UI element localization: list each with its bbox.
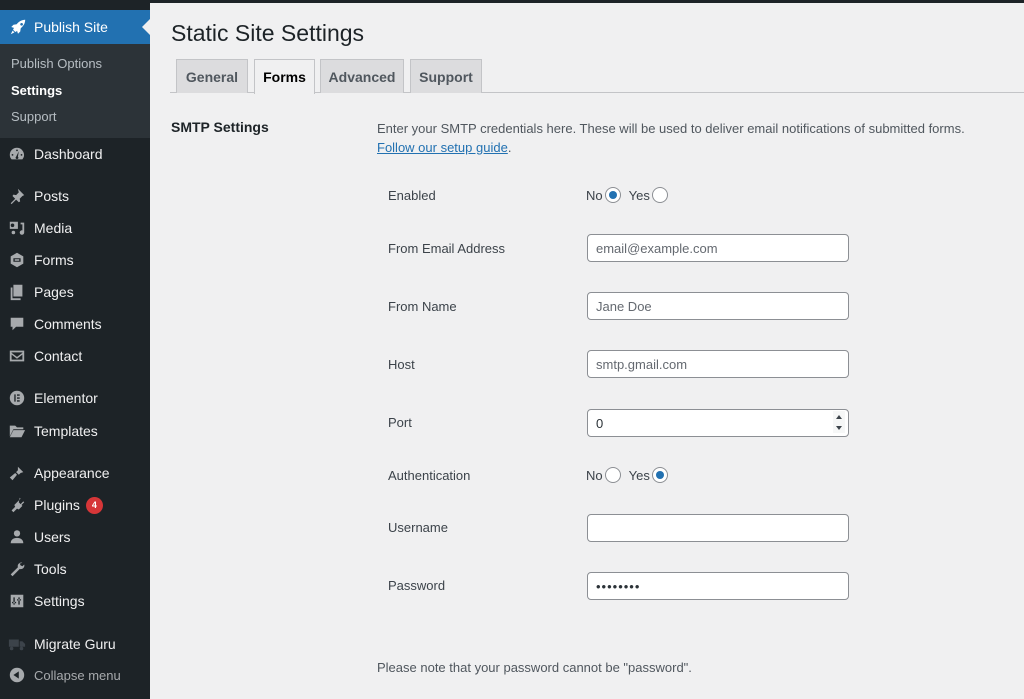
- sidebar-item-comments[interactable]: Comments: [0, 308, 150, 340]
- auth-no-radio[interactable]: [604, 467, 621, 483]
- collapse-menu-button[interactable]: Collapse menu: [0, 659, 150, 691]
- sidebar-item-plugins[interactable]: Plugins 4: [0, 489, 150, 521]
- sidebar-submenu: Publish Options Settings Support: [0, 44, 150, 138]
- main-content: Static Site Settings General Forms Advan…: [150, 0, 1024, 699]
- sidebar-item-dashboard[interactable]: Dashboard: [0, 138, 150, 170]
- sidebar-item-media[interactable]: Media: [0, 212, 150, 244]
- sidebar-item-label: Media: [34, 220, 73, 236]
- smtp-description: Enter your SMTP credentials here. These …: [377, 119, 1017, 157]
- tab-general[interactable]: General: [176, 59, 248, 93]
- spin-down-icon[interactable]: [836, 425, 842, 430]
- sidebar-item-tools[interactable]: Tools: [0, 553, 150, 585]
- sidebar-item-label: Forms: [34, 252, 74, 268]
- setup-guide-link[interactable]: Follow our setup guide: [377, 140, 508, 155]
- submenu-settings[interactable]: Settings: [0, 78, 150, 105]
- sidebar-item-label: Contact: [34, 348, 83, 364]
- elementor-icon: [7, 388, 27, 408]
- plugins-update-badge: 4: [85, 496, 103, 514]
- password-label: Password: [388, 578, 446, 593]
- sidebar-item-forms[interactable]: Forms: [0, 244, 150, 276]
- sidebar-item-label: Posts: [34, 188, 70, 204]
- enabled-no-radio[interactable]: [604, 187, 621, 203]
- sidebar-item-label: Pages: [34, 284, 74, 300]
- tab-support[interactable]: Support: [410, 59, 482, 93]
- sidebar-item-publish-site[interactable]: Publish Site: [0, 10, 150, 44]
- sidebar-item-label: Templates: [34, 423, 98, 439]
- tab-advanced[interactable]: Advanced: [320, 59, 404, 93]
- submenu-support[interactable]: Support: [0, 104, 150, 131]
- port-label: Port: [388, 415, 412, 430]
- sliders-icon: [7, 591, 27, 611]
- username-input[interactable]: [587, 514, 849, 542]
- enabled-yes-label: Yes: [628, 187, 650, 203]
- collapse-menu-label: Collapse menu: [34, 667, 121, 683]
- authentication-label: Authentication: [388, 468, 471, 483]
- sidebar-item-label: Publish Site: [34, 19, 108, 35]
- host-input[interactable]: [587, 350, 849, 378]
- sidebar-item-label: Plugins: [34, 497, 80, 513]
- wrench-icon: [7, 559, 27, 579]
- sidebar-item-label: Users: [34, 529, 71, 545]
- from-email-input[interactable]: [587, 234, 849, 262]
- smtp-settings-heading: SMTP Settings: [171, 119, 269, 135]
- port-stepper: [587, 409, 849, 437]
- description-text: Enter your SMTP credentials here. These …: [377, 121, 965, 136]
- sidebar-item-label: Comments: [34, 316, 102, 332]
- sidebar-item-label: Elementor: [34, 390, 98, 406]
- current-indicator-arrow: [142, 19, 150, 35]
- auth-yes-radio[interactable]: [651, 467, 668, 483]
- enabled-label: Enabled: [388, 188, 436, 203]
- sidebar-item-migrate-guru[interactable]: Migrate Guru: [0, 628, 150, 660]
- enabled-no-label: No: [586, 187, 603, 203]
- folder-icon: [7, 421, 27, 441]
- link-suffix: .: [507, 140, 512, 155]
- dashboard-icon: [7, 144, 27, 164]
- port-spinner[interactable]: [833, 411, 845, 433]
- auth-yes-label: Yes: [628, 467, 650, 483]
- password-note: Please note that your password cannot be…: [377, 660, 692, 675]
- spin-up-icon[interactable]: [836, 414, 842, 419]
- username-label: Username: [388, 520, 448, 535]
- settings-tabs: General Forms Advanced Support: [170, 59, 1024, 94]
- envelope-icon: [7, 346, 27, 366]
- paintbrush-icon: [7, 463, 27, 483]
- pages-icon: [7, 282, 27, 302]
- truck-icon: [7, 634, 27, 654]
- password-input[interactable]: [587, 572, 849, 600]
- sidebar-item-contact[interactable]: Contact: [0, 340, 150, 372]
- from-name-input[interactable]: [587, 292, 849, 320]
- from-email-label: From Email Address: [388, 241, 506, 256]
- rocket-icon: [8, 18, 28, 36]
- sidebar-item-appearance[interactable]: Appearance: [0, 457, 150, 489]
- media-icon: [7, 218, 27, 238]
- sidebar-item-pages[interactable]: Pages: [0, 276, 150, 308]
- sidebar-item-label: Migrate Guru: [34, 636, 116, 652]
- sidebar-item-settings[interactable]: Settings: [0, 585, 150, 617]
- sidebar-item-elementor[interactable]: Elementor: [0, 382, 150, 414]
- tab-forms[interactable]: Forms: [254, 59, 315, 94]
- port-input[interactable]: [587, 409, 849, 437]
- authentication-radio-group: No Yes: [586, 467, 676, 483]
- sidebar-item-label: Dashboard: [34, 146, 103, 162]
- host-label: Host: [388, 357, 415, 372]
- comment-icon: [7, 314, 27, 334]
- sidebar-item-users[interactable]: Users: [0, 521, 150, 553]
- sidebar-item-templates[interactable]: Templates: [0, 415, 150, 447]
- user-icon: [7, 527, 27, 547]
- collapse-arrow-icon: [7, 665, 27, 685]
- page-title: Static Site Settings: [171, 20, 365, 46]
- admin-sidebar: Publish Site Publish Options Settings Su…: [0, 0, 150, 699]
- from-name-label: From Name: [388, 299, 457, 314]
- sidebar-item-label: Tools: [34, 561, 67, 577]
- sidebar-item-label: Settings: [34, 593, 85, 609]
- forms-icon: [7, 250, 27, 270]
- pin-icon: [7, 186, 27, 206]
- submenu-publish-options[interactable]: Publish Options: [0, 51, 150, 78]
- sidebar-item-posts[interactable]: Posts: [0, 180, 150, 212]
- auth-no-label: No: [586, 467, 603, 483]
- plugin-icon: [7, 495, 27, 515]
- sidebar-item-label: Appearance: [34, 465, 110, 481]
- enabled-yes-radio[interactable]: [651, 187, 668, 203]
- enabled-radio-group: No Yes: [586, 187, 676, 203]
